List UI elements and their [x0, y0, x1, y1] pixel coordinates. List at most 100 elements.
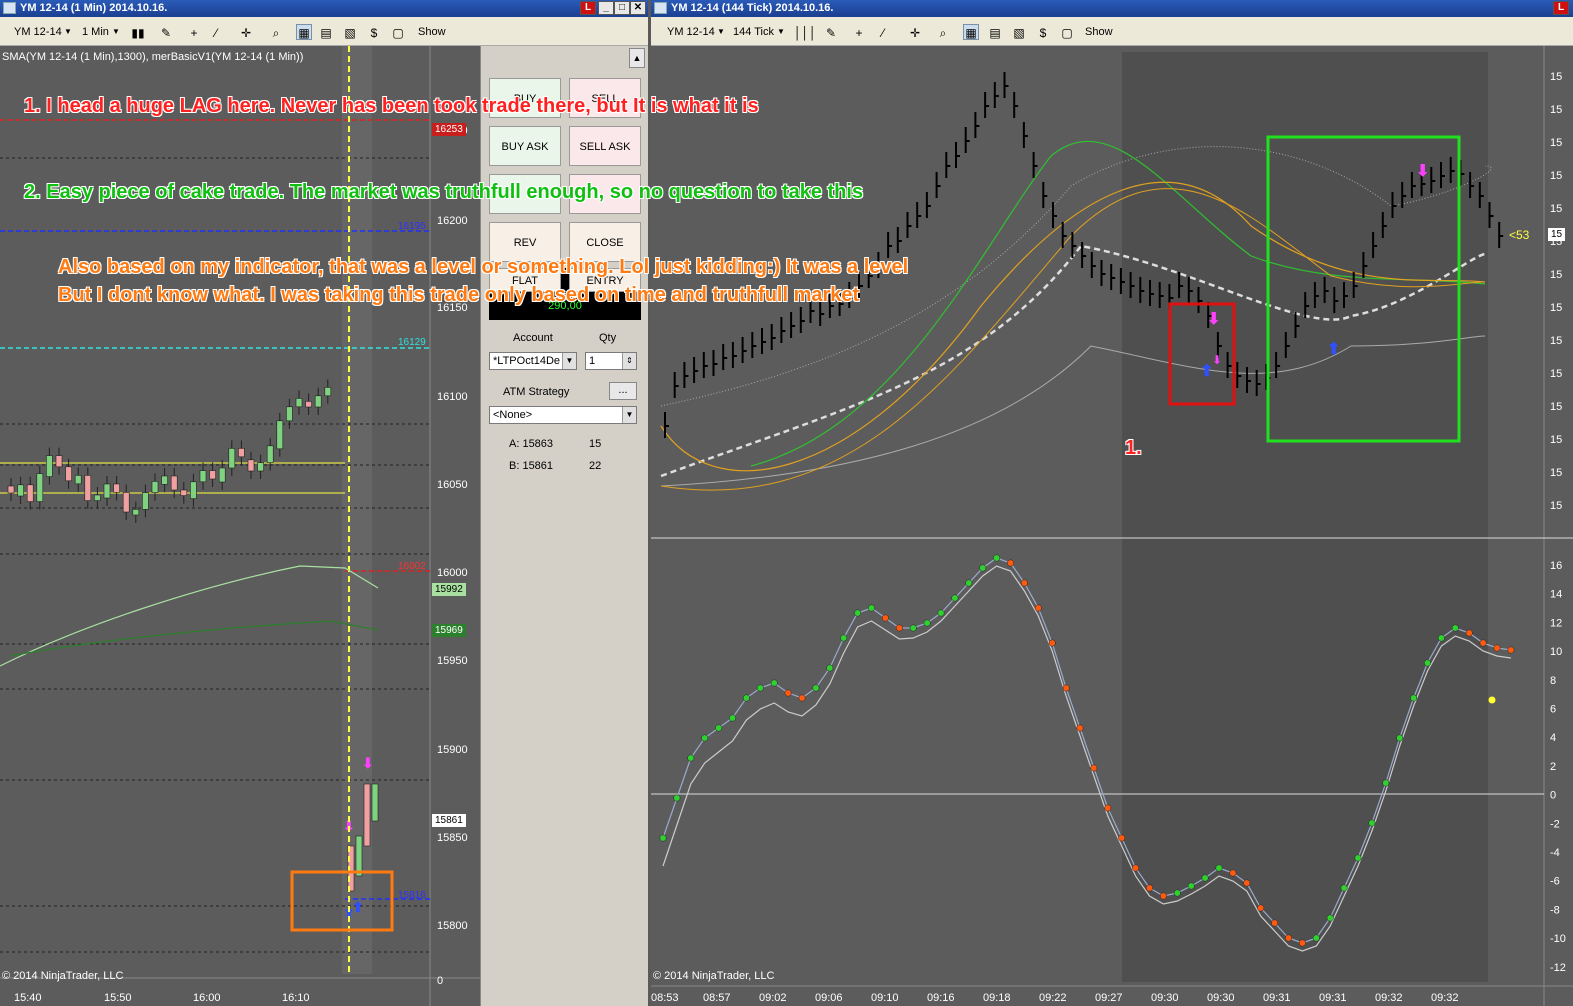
- interval-selector[interactable]: 144 Tick: [733, 24, 774, 40]
- candle-body: [247, 459, 255, 472]
- time-axis-label: 09:32: [1431, 992, 1459, 1004]
- price-axis-label: 16200: [437, 215, 468, 227]
- qty-stepper-icon[interactable]: ⇕: [622, 353, 636, 369]
- sell-ask-button[interactable]: SELL ASK: [569, 126, 641, 166]
- oscillator-dot: [673, 794, 681, 802]
- instrument-dropdown-icon[interactable]: ▼: [64, 24, 72, 40]
- oscillator-axis-label: 8: [1550, 675, 1556, 687]
- account-dropdown-icon[interactable]: ▼: [562, 353, 576, 369]
- atm-strategy-select[interactable]: <None> ▼: [489, 406, 637, 424]
- oscillator-dot: [1396, 734, 1404, 742]
- buy-ask-button[interactable]: BUY ASK: [489, 126, 561, 166]
- oscillator-dot: [1257, 904, 1265, 912]
- time-axis-label: 08:53: [651, 992, 679, 1004]
- atm-dropdown-icon[interactable]: ▼: [622, 407, 636, 423]
- candle-body: [122, 492, 130, 513]
- data-box-icon[interactable]: ▢: [390, 24, 406, 40]
- oscillator-dot: [895, 624, 903, 632]
- oscillator-dot: [1326, 914, 1334, 922]
- instrument-selector[interactable]: YM 12-14: [14, 24, 62, 40]
- price-tag: 15: [1548, 228, 1566, 241]
- strategy-icon[interactable]: ⁄: [208, 24, 224, 40]
- candle-body: [257, 462, 264, 472]
- candle-body: [170, 475, 178, 491]
- snapshot-icon[interactable]: $: [1035, 24, 1051, 40]
- atm-options-button[interactable]: ...: [609, 382, 637, 400]
- link-icon[interactable]: L: [1553, 1, 1569, 15]
- oscillator-axis-label: 2: [1550, 761, 1556, 773]
- oscillator-dot: [965, 579, 973, 587]
- minimize-button[interactable]: _: [598, 1, 614, 15]
- candle-body: [295, 398, 303, 408]
- qty-input[interactable]: 1 ⇕: [585, 352, 637, 370]
- account-select[interactable]: *LTPOct14De ▼: [489, 352, 577, 370]
- oscillator-dot: [729, 714, 736, 722]
- bar-type-icon[interactable]: ▮▮: [130, 24, 146, 40]
- price-axis-label: 16050: [437, 479, 468, 491]
- oscillator-dot: [1479, 639, 1487, 647]
- candle-body: [26, 484, 34, 502]
- buy-arrow-icon: ⬆: [1327, 341, 1340, 358]
- buy-arrow-icon: ⬆: [352, 899, 364, 915]
- close-button[interactable]: ✕: [630, 1, 646, 15]
- ask-size: 15: [589, 438, 602, 450]
- oscillator-axis-label: 16: [1550, 560, 1562, 572]
- bar-type-icon[interactable]: │││: [793, 24, 817, 40]
- draw-pencil-icon[interactable]: ✎: [158, 24, 174, 40]
- candle-body: [180, 489, 188, 496]
- instrument-selector[interactable]: YM 12-14: [667, 24, 715, 40]
- oscillator-dot: [1159, 892, 1167, 900]
- show-menu[interactable]: Show: [1085, 24, 1113, 40]
- time-axis-label: 09:16: [927, 992, 955, 1004]
- price-axis-label: 15950: [437, 655, 468, 667]
- candle-body: [305, 401, 312, 408]
- instrument-dropdown-icon[interactable]: ▼: [717, 24, 725, 40]
- oscillator-dot: [742, 694, 750, 702]
- oscillator-axis-label: -4: [1550, 847, 1560, 859]
- candle-body: [74, 475, 82, 485]
- oscillator-dot: [1118, 834, 1126, 842]
- strategy-icon[interactable]: ⁄: [875, 24, 891, 40]
- oscillator-axis-label: 0: [1550, 790, 1556, 802]
- link-icon[interactable]: L: [580, 1, 596, 15]
- level-label-red: 16002: [398, 561, 426, 572]
- add-indicator-icon[interactable]: +: [186, 24, 202, 40]
- crosshair-icon[interactable]: ✛: [238, 24, 254, 40]
- candle-body: [286, 406, 293, 422]
- oscillator-axis-label: 14: [1550, 589, 1562, 601]
- oscillator-dot: [659, 834, 667, 842]
- zoom-icon[interactable]: ⌕: [268, 24, 284, 40]
- interval-selector[interactable]: 1 Min: [82, 24, 109, 40]
- candle-body: [113, 483, 120, 493]
- price-axis-label: 15: [1550, 401, 1562, 413]
- time-axis-label: 15:50: [104, 992, 132, 1004]
- oscillator-dot: [951, 594, 959, 602]
- crosshair-icon[interactable]: ✛: [907, 24, 923, 40]
- candle-body: [84, 475, 92, 501]
- data-box-icon[interactable]: ▢: [1059, 24, 1075, 40]
- properties-icon[interactable]: ▤: [987, 24, 1003, 40]
- account-label: Account: [513, 332, 553, 344]
- template-icon[interactable]: ▧: [1011, 24, 1027, 40]
- interval-dropdown-icon[interactable]: ▼: [112, 24, 120, 40]
- oscillator-dot: [784, 689, 792, 697]
- snapshot-icon[interactable]: $: [366, 24, 382, 40]
- add-indicator-icon[interactable]: +: [851, 24, 867, 40]
- interval-dropdown-icon[interactable]: ▼: [777, 24, 785, 40]
- oscillator-dot: [1215, 864, 1223, 872]
- note-2: 2. Easy piece of cake trade. The market …: [24, 181, 864, 203]
- draw-pencil-icon[interactable]: ✎: [823, 24, 839, 40]
- oscillator-axis-label: -8: [1550, 904, 1560, 916]
- qty-value: 1: [589, 355, 596, 367]
- left-toolbar: YM 12-14 ▼ 1 Min ▼ ▮▮ ✎ + ⁄ ✛ ⌕ ▦ ▤ ▧ $ …: [0, 17, 648, 46]
- template-icon[interactable]: ▧: [342, 24, 358, 40]
- properties-icon[interactable]: ▤: [318, 24, 334, 40]
- candle-body: [371, 783, 379, 822]
- scroll-up-icon[interactable]: ▲: [629, 48, 645, 68]
- chart-trader-icon[interactable]: ▦: [963, 24, 979, 40]
- show-menu[interactable]: Show: [418, 24, 446, 40]
- time-axis-label: 16:10: [282, 992, 310, 1004]
- maximize-button[interactable]: □: [614, 1, 630, 15]
- chart-trader-icon[interactable]: ▦: [296, 24, 312, 40]
- zoom-icon[interactable]: ⌕: [935, 24, 951, 40]
